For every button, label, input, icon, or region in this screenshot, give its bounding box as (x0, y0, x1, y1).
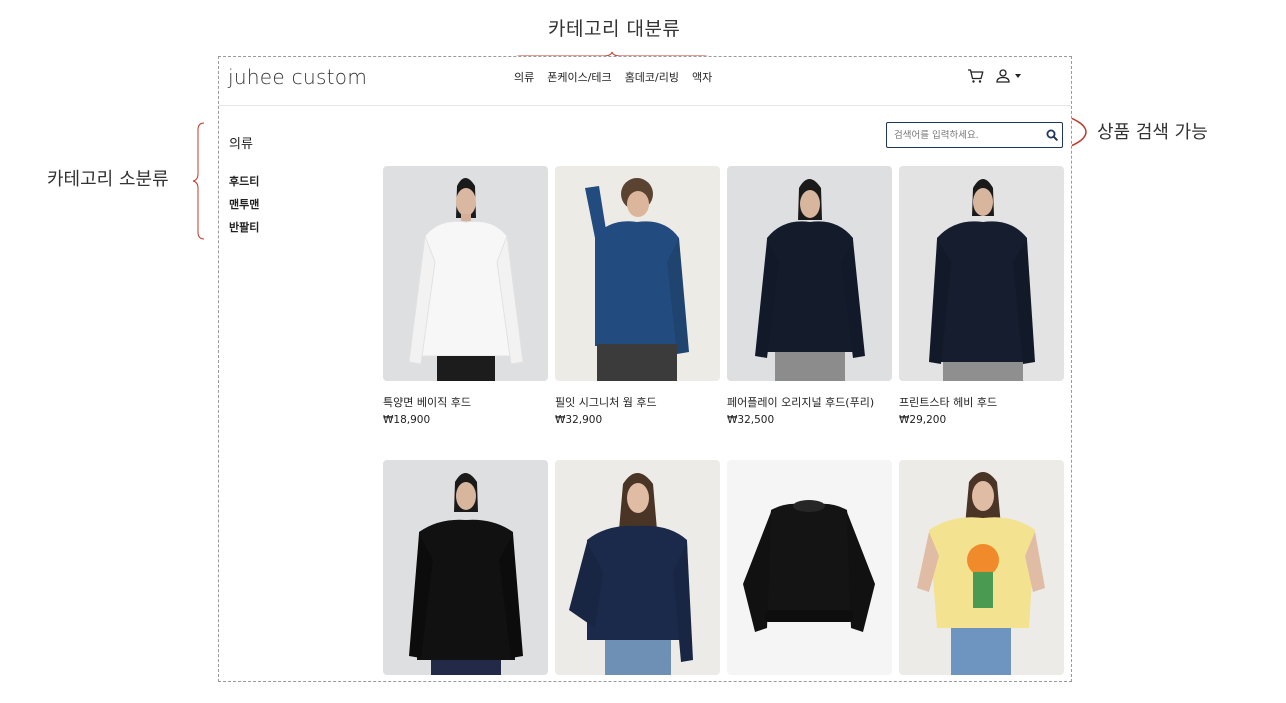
user-menu[interactable] (995, 67, 1025, 85)
product-name[interactable]: 특양면 베이직 후드 (383, 394, 549, 410)
product-name[interactable]: 프린트스타 헤비 후드 (899, 394, 1065, 410)
product-image[interactable] (727, 166, 892, 381)
product-card (383, 460, 549, 681)
chevron-down-icon (1015, 74, 1021, 78)
search-box (886, 122, 1063, 148)
product-name[interactable]: 페어플레이 오리지널 후드(푸리) (727, 394, 893, 410)
product-image[interactable] (555, 460, 720, 675)
sidebar-title: 의류 (229, 137, 253, 152)
product-image[interactable] (899, 166, 1064, 381)
product-image[interactable] (727, 460, 892, 675)
nav-item-frames[interactable]: 액자 (692, 69, 712, 85)
search-icon[interactable] (1045, 128, 1059, 142)
product-price: ₩32,500 (727, 414, 775, 426)
product-card (555, 460, 721, 681)
category-sidebar: 의류 후드티 맨투맨 반팔티 (229, 133, 259, 242)
main-nav: 의류 폰케이스/테크 홈데코/리빙 액자 (514, 69, 712, 85)
annotation-main-category: 카테고리 대분류 (548, 18, 681, 40)
sidebar-item-tshirt[interactable]: 반팔티 (229, 219, 259, 235)
header: juhee custom 의류 폰케이스/테크 홈데코/리빙 액자 (219, 57, 1071, 106)
annotation-sub-category: 카테고리 소분류 (47, 169, 169, 190)
product-price: ₩18,900 (383, 414, 431, 426)
product-image[interactable] (383, 460, 548, 675)
product-image[interactable] (899, 460, 1064, 675)
annotation-search: 상품 검색 가능 (1097, 122, 1208, 143)
product-price: ₩29,200 (899, 414, 947, 426)
product-name[interactable]: 필잇 시그니처 웜 후드 (555, 394, 721, 410)
logo[interactable]: juhee custom (228, 65, 367, 89)
brace-left-annotation (192, 122, 205, 240)
sidebar-item-hoodie[interactable]: 후드티 (229, 173, 259, 189)
product-card: 프린트스타 헤비 후드 ₩29,200 (899, 166, 1065, 426)
product-card: 특양면 베이직 후드 ₩18,900 (383, 166, 549, 426)
shop-page: juhee custom 의류 폰케이스/테크 홈데코/리빙 액자 의류 후드티… (218, 56, 1072, 682)
nav-item-clothing[interactable]: 의류 (514, 69, 534, 85)
cart-icon[interactable] (967, 67, 985, 85)
product-card (727, 460, 893, 681)
product-card (899, 460, 1065, 681)
nav-item-phonecase-tech[interactable]: 폰케이스/테크 (547, 69, 611, 85)
product-image[interactable] (383, 166, 548, 381)
sidebar-item-sweatshirt[interactable]: 맨투맨 (229, 196, 259, 212)
user-icon (996, 69, 1010, 83)
nav-item-homedeco-living[interactable]: 홈데코/리빙 (625, 69, 679, 85)
product-image[interactable] (555, 166, 720, 381)
product-card: 페어플레이 오리지널 후드(푸리) ₩32,500 (727, 166, 893, 426)
search-input[interactable] (887, 129, 1039, 141)
product-card: 필잇 시그니처 웜 후드 ₩32,900 (555, 166, 721, 426)
product-price: ₩32,900 (555, 414, 603, 426)
